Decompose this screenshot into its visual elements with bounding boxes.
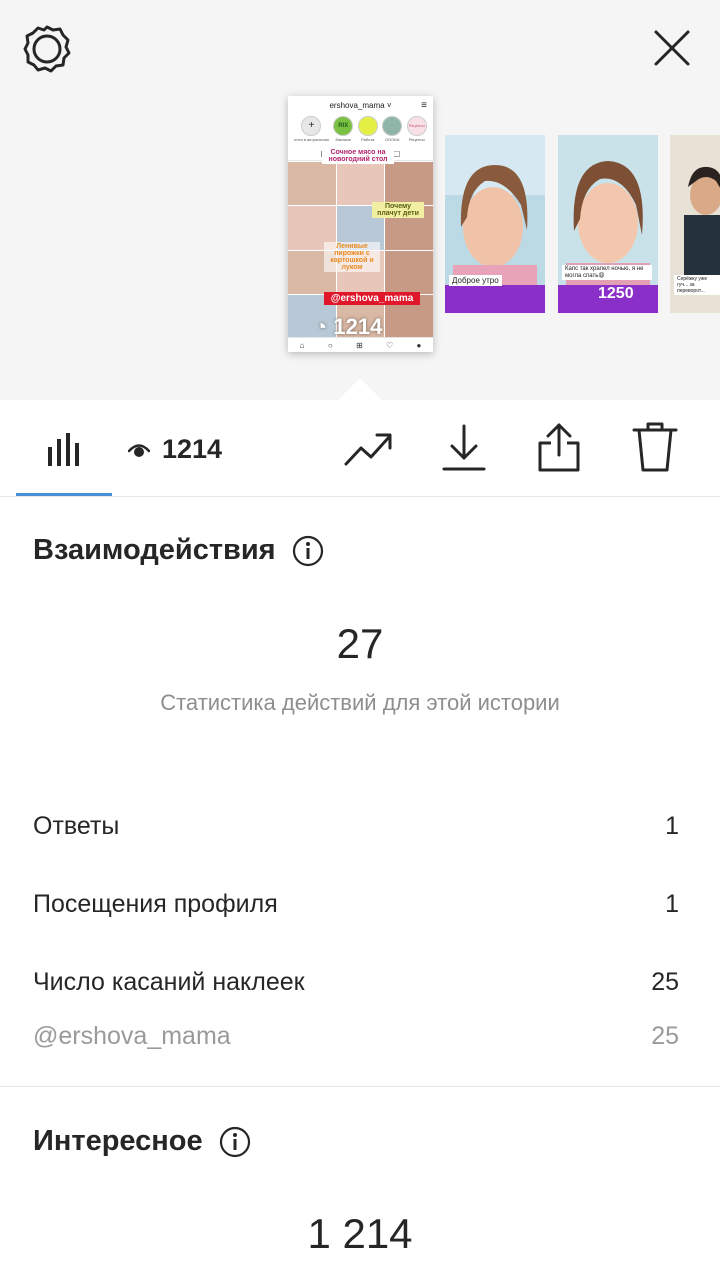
add-icon: ⊞ — [355, 340, 363, 350]
bar-chart-icon[interactable] — [46, 431, 82, 467]
tab-indicator — [16, 493, 112, 496]
story-thumbnail[interactable]: Доброе утро — [445, 135, 545, 313]
story-profile-header: ershova_mama ˅ ≡ — [288, 96, 433, 116]
story-username: ershova_mama — [329, 101, 385, 110]
view-count-value: 1214 — [162, 433, 223, 464]
story-sticker: Ленивые пирожки с картошкой и луком — [324, 242, 380, 272]
profile-bottom-nav: ⌂ ○ ⊞ ♡ ● — [288, 337, 433, 352]
tagged-icon: ▢ — [392, 148, 401, 158]
view-count: 1214 — [128, 432, 222, 466]
download-icon[interactable] — [442, 424, 486, 472]
close-icon[interactable] — [650, 26, 694, 70]
eye-icon — [128, 444, 150, 457]
highlight-item: Рецепты Рецепты — [406, 116, 427, 146]
interactions-subtitle: Статистика действий для этой истории — [160, 690, 560, 715]
interactions-heading: Взаимодействия — [33, 534, 324, 567]
home-icon: ⌂ — [299, 340, 305, 350]
share-icon[interactable] — [537, 423, 581, 473]
story-sticker: Почему плачут дети — [372, 202, 424, 218]
highlight-item: ОООКА — [382, 116, 403, 146]
stat-row-mention-sticker: @ershova_mama 25 — [33, 1022, 679, 1051]
stat-label: Посещения профиля — [33, 890, 278, 918]
stat-label: @ershova_mama — [33, 1022, 231, 1050]
interactions-total: 27 — [336, 620, 384, 667]
story-sticker: Сочное мясо на новогодний стол — [322, 148, 394, 164]
stat-value: 25 — [651, 968, 679, 996]
stat-value: 1 — [665, 812, 679, 840]
story-caption: Капс так храпел ночью, я не могла спать😩 — [562, 265, 652, 280]
avatar: ● — [416, 340, 422, 350]
story-thumbnail[interactable]: Серёжку уже гуч... за переворот... — [670, 135, 720, 313]
stat-label: Ответы — [33, 812, 120, 840]
section-divider — [0, 1086, 720, 1087]
trash-icon[interactable] — [632, 422, 678, 472]
story-view-count: 1250 — [598, 285, 634, 302]
search-icon: ○ — [327, 340, 333, 350]
selected-story-thumbnail[interactable]: ershova_mama ˅ ≡ + ента в актуальном RIX М… — [288, 96, 433, 352]
highlight-item: Работа — [357, 116, 378, 146]
info-icon[interactable] — [292, 535, 324, 567]
selection-pointer — [338, 378, 382, 400]
stat-label: Число касаний наклеек — [33, 968, 305, 996]
story-caption: Серёжку уже гуч... за переворот... — [674, 275, 720, 295]
discovery-heading: Интересное — [33, 1125, 251, 1158]
stat-row-replies: Ответы 1 — [33, 812, 679, 841]
story-highlights: + ента в актуальном RIX Магазин Работа ООО… — [288, 116, 433, 146]
highlight-item: + ента в актуальном — [294, 116, 329, 146]
story-thumbnails: ershova_mama ˅ ≡ + ента в актуальном RIX М… — [0, 96, 720, 366]
info-icon[interactable] — [219, 1126, 251, 1158]
menu-icon: ≡ — [421, 100, 427, 111]
stat-row-profile-visits: Посещения профиля 1 — [33, 890, 679, 919]
stat-value: 1 — [665, 890, 679, 918]
mention-sticker: @ershova_mama — [324, 292, 420, 305]
stat-row-sticker-taps: Число касаний наклеек 25 — [33, 968, 679, 997]
stat-value: 25 — [651, 1022, 679, 1050]
heart-icon: ♡ — [385, 340, 394, 350]
interactions-title: Взаимодействия — [33, 534, 276, 566]
discovery-total: 1 214 — [307, 1210, 413, 1257]
story-color-band — [445, 285, 545, 313]
highlight-item: RIX Магазин — [333, 116, 354, 146]
gear-icon[interactable] — [22, 24, 72, 74]
story-thumbnail[interactable]: Капс так храпел ночью, я не могла спать😩… — [558, 135, 658, 313]
trending-up-icon[interactable] — [344, 430, 394, 468]
story-caption: Доброе утро — [449, 275, 502, 286]
discovery-title: Интересное — [33, 1125, 203, 1157]
